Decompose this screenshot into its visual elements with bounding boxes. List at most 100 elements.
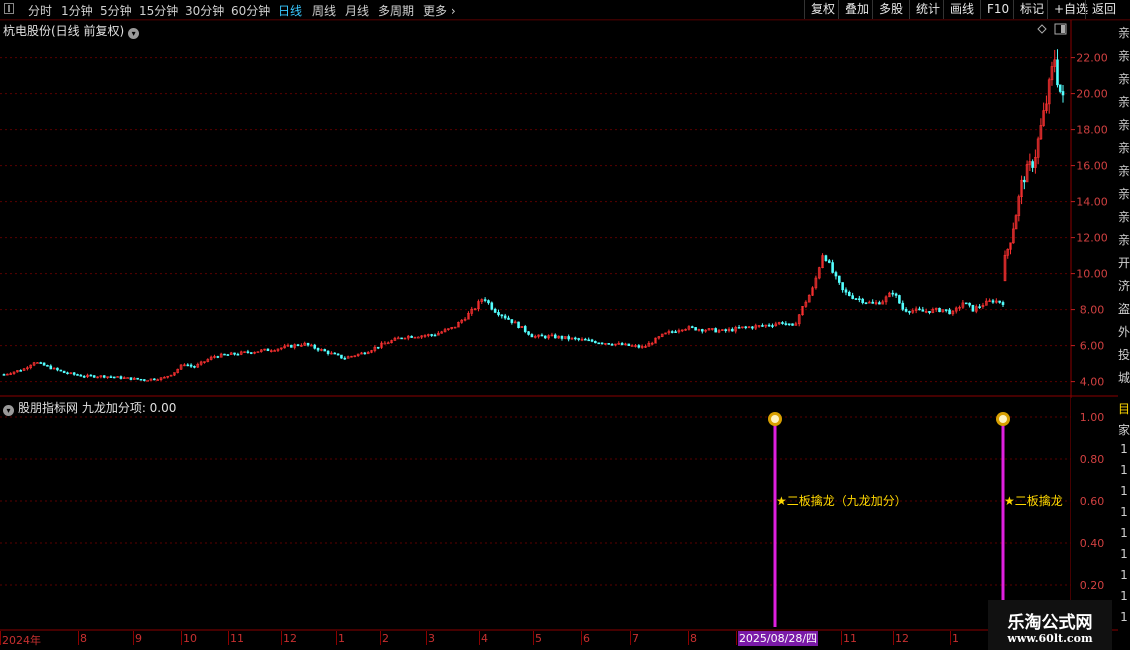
- tab-daily[interactable]: 日线: [278, 2, 302, 19]
- right-edge-char: 城: [1118, 371, 1130, 385]
- candle-body: [493, 308, 497, 313]
- tab-15min[interactable]: 15分钟: [139, 2, 178, 19]
- candle-body: [837, 275, 841, 283]
- candle-body: [340, 354, 343, 359]
- tab-30min[interactable]: 30分钟: [185, 2, 224, 19]
- date-axis-label: 1: [338, 632, 345, 645]
- candle-body: [584, 338, 587, 341]
- right-edge-char: 1: [1120, 610, 1128, 624]
- date-tick: [181, 631, 182, 645]
- right-edge-char: 1: [1120, 484, 1128, 498]
- date-tick: [281, 631, 282, 645]
- fuquan-button[interactable]: 复权: [804, 0, 841, 19]
- watermark-url: www.60lt.com: [1007, 632, 1093, 645]
- price-tick-label: 14.00: [1076, 196, 1108, 209]
- tab-multi-period[interactable]: 多周期: [378, 2, 414, 19]
- tab-60min[interactable]: 60分钟: [231, 2, 270, 19]
- candle-body: [507, 317, 510, 320]
- price-tick-label: 8.00: [1080, 304, 1105, 317]
- indicator-tick-label: 0.20: [1080, 579, 1105, 592]
- candle-body: [791, 323, 794, 326]
- date-tick: [893, 631, 894, 645]
- right-edge-char: 开: [1118, 256, 1130, 270]
- candle-body: [136, 377, 139, 380]
- candle-body: [627, 343, 631, 347]
- date-highlight-label: 2025/08/28/四: [738, 631, 818, 646]
- main-chart-title: 杭电股份(日线 前复权) ▾: [3, 22, 140, 39]
- candle-body: [19, 370, 23, 372]
- date-axis-label: 11: [843, 632, 857, 645]
- candle-body: [567, 336, 570, 340]
- candle-body: [153, 378, 156, 381]
- candle-body: [968, 302, 971, 306]
- indicator-axis-bg: [1071, 398, 1118, 629]
- date-tick: [133, 631, 134, 645]
- indicator-title: ▾ 股朋指标网 九龙加分项: 0.00: [3, 399, 176, 416]
- candle-body: [189, 364, 193, 367]
- candle-body: [410, 335, 413, 338]
- draw-line-button[interactable]: 画线: [943, 0, 980, 19]
- candle-body: [226, 354, 230, 356]
- back-button[interactable]: 返回: [1085, 0, 1130, 19]
- mark-button[interactable]: 标记: [1013, 0, 1050, 19]
- chevron-down-icon[interactable]: ▾: [128, 28, 140, 39]
- candle-body: [600, 342, 604, 345]
- candle-body: [908, 311, 911, 313]
- tab-more[interactable]: 更多 ›: [423, 2, 456, 19]
- right-edge-char: 1: [1120, 589, 1128, 603]
- candle-body: [781, 322, 784, 324]
- indicator-tick-label: 1.00: [1080, 411, 1105, 424]
- f10-button[interactable]: F10: [980, 0, 1015, 19]
- tab-weekly[interactable]: 周线: [312, 2, 336, 19]
- candle-body: [964, 302, 968, 305]
- right-edge-char: 亲: [1118, 49, 1130, 63]
- tab-monthly[interactable]: 月线: [345, 2, 369, 19]
- multi-stock-button[interactable]: 多股: [872, 0, 909, 19]
- stats-button[interactable]: 统计: [909, 0, 946, 19]
- candle-body: [787, 323, 791, 326]
- right-edge-char: 1: [1120, 442, 1128, 456]
- signal-label: ★二板擒龙（: [1004, 493, 1075, 508]
- indicator-tick-label: 0.80: [1080, 453, 1105, 466]
- chevron-down-icon[interactable]: ▾: [3, 405, 14, 416]
- candle-body: [386, 342, 390, 345]
- right-edge-char: 亲: [1118, 233, 1130, 247]
- date-axis-label: 2: [382, 632, 389, 645]
- candle-body: [891, 292, 895, 295]
- price-tick-label: 18.00: [1076, 124, 1108, 137]
- date-axis-label: 12: [895, 632, 909, 645]
- candle-body: [844, 289, 848, 293]
- stock-name-label: 杭电股份(日线 前复权): [3, 24, 125, 38]
- candle-body: [594, 341, 597, 344]
- tab-1min[interactable]: 1分钟: [61, 2, 93, 19]
- date-tick: [426, 631, 427, 645]
- kline-chart-canvas[interactable]: 22.0020.0018.0016.0014.0012.0010.008.006…: [0, 0, 1130, 650]
- date-tick: [533, 631, 534, 645]
- candle-body: [46, 365, 49, 367]
- candle-body: [383, 342, 387, 345]
- right-edge-char: 外: [1118, 325, 1130, 339]
- price-tick-label: 6.00: [1080, 340, 1105, 353]
- candle-body: [871, 301, 874, 304]
- candle-body: [249, 352, 253, 354]
- candle-body: [363, 352, 367, 355]
- candle-body: [233, 352, 236, 355]
- date-tick: [479, 631, 480, 645]
- right-edge-char: 济: [1118, 279, 1130, 293]
- tab-fenshi[interactable]: 分时: [28, 2, 52, 19]
- indicator-tick-label: 0.40: [1080, 537, 1105, 550]
- overlay-button[interactable]: 叠加: [838, 0, 875, 19]
- tab-5min[interactable]: 5分钟: [100, 2, 132, 19]
- candle-body: [761, 325, 764, 327]
- candle-body: [543, 335, 547, 339]
- right-edge-char: 亲: [1118, 141, 1130, 155]
- right-edge-char: 亲: [1118, 95, 1130, 109]
- candle-body: [92, 375, 96, 378]
- date-axis-label: 11: [230, 632, 244, 645]
- date-axis-label: 2024年: [2, 634, 41, 647]
- candle-body: [540, 334, 544, 337]
- candle-body: [36, 362, 39, 364]
- candle-body: [66, 372, 69, 375]
- pin-icon[interactable]: [4, 3, 14, 14]
- money-bag-icon-inner: [771, 415, 779, 423]
